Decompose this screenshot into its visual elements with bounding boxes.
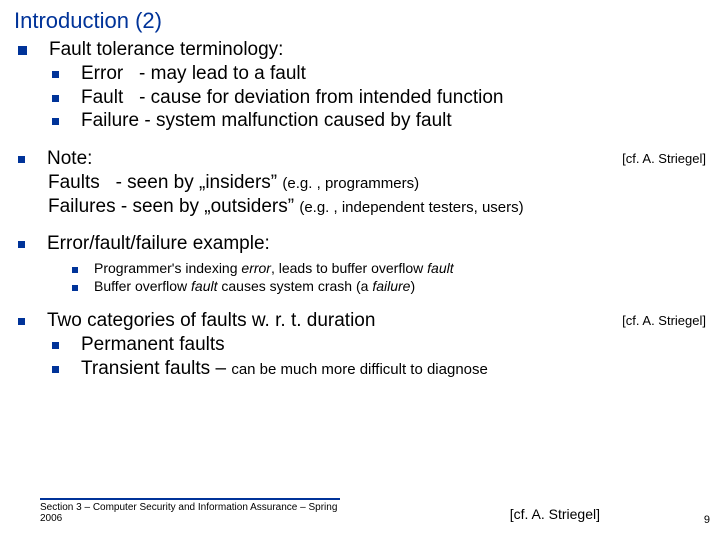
- text-part: (e.g. , programmers): [282, 175, 419, 192]
- bullet-1-sub-2: Fault - cause for deviation from intende…: [52, 86, 706, 110]
- bullet-text: Buffer overflow fault causes system cras…: [94, 278, 415, 296]
- bullet-3: Error/fault/failure example: Programmer'…: [14, 232, 706, 295]
- square-bullet-icon: [52, 95, 59, 102]
- text-part: Failures - seen by „outsiders”: [48, 196, 299, 217]
- text-part: , leads to buffer overflow: [271, 260, 427, 276]
- square-bullet-icon: [18, 46, 27, 55]
- bullet-3-sub-1: Programmer's indexing error, leads to bu…: [72, 260, 706, 278]
- bullet-text: Transient faults – can be much more diff…: [81, 357, 488, 381]
- bullet-text: Failures - seen by „outsiders” (e.g. , i…: [48, 195, 524, 219]
- bullet-3-sub-2: Buffer overflow fault causes system cras…: [72, 278, 706, 296]
- square-bullet-icon: [18, 241, 25, 248]
- bullet-1-sub-3: Failure - system malfunction caused by f…: [52, 109, 706, 133]
- square-bullet-icon: [52, 366, 59, 373]
- bullet-4-sub-1: Permanent faults: [52, 333, 706, 357]
- square-bullet-icon: [72, 267, 78, 273]
- text-part: can be much more difficult to diagnose: [231, 361, 488, 378]
- slide-title: Introduction (2): [14, 8, 706, 34]
- text-part: fault: [427, 260, 453, 276]
- page-number: 9: [704, 514, 710, 526]
- text-part: error: [241, 260, 271, 276]
- square-bullet-icon: [52, 71, 59, 78]
- bullet-text: Failure - system malfunction caused by f…: [81, 109, 452, 133]
- square-bullet-icon: [72, 285, 78, 291]
- text-part: fault: [191, 278, 217, 294]
- square-bullet-icon: [52, 342, 59, 349]
- footer-citation: [cf. A. Striegel]: [510, 506, 600, 522]
- bullet-text: Error - may lead to a fault: [81, 62, 306, 86]
- footer-section-label: Section 3 – Computer Security and Inform…: [40, 498, 340, 524]
- bullet-4-sub-2: Transient faults – can be much more diff…: [52, 357, 706, 381]
- text-part: ): [410, 278, 415, 294]
- square-bullet-icon: [18, 318, 25, 325]
- bullet-text: Programmer's indexing error, leads to bu…: [94, 260, 454, 278]
- text-part: Programmer's indexing: [94, 260, 241, 276]
- bullet-1: Fault tolerance terminology:: [18, 38, 706, 62]
- text-part: Transient faults –: [81, 358, 231, 379]
- bullet-1-text: Fault tolerance terminology:: [49, 38, 283, 62]
- bullet-4-text: Two categories of faults w. r. t. durati…: [47, 309, 375, 333]
- note-label: Note:: [47, 147, 92, 171]
- text-part: Faults - seen by „insiders”: [48, 172, 282, 193]
- bullet-4: Two categories of faults w. r. t. durati…: [14, 309, 706, 380]
- citation: [cf. A. Striegel]: [622, 313, 706, 329]
- square-bullet-icon: [52, 118, 59, 125]
- text-part: causes system crash (a: [217, 278, 372, 294]
- citation: [cf. A. Striegel]: [622, 151, 706, 167]
- bullet-3-text: Error/fault/failure example:: [47, 232, 270, 256]
- bullet-2: Note: [cf. A. Striegel] Faults - seen by…: [14, 147, 706, 218]
- bullet-text: Permanent faults: [81, 333, 225, 357]
- square-bullet-icon: [18, 156, 25, 163]
- text-part: Buffer overflow: [94, 278, 191, 294]
- text-part: (e.g. , independent testers, users): [299, 199, 523, 216]
- bullet-text: Faults - seen by „insiders” (e.g. , prog…: [48, 171, 419, 195]
- text-part: failure: [372, 278, 410, 294]
- bullet-text: Fault - cause for deviation from intende…: [81, 86, 503, 110]
- slide: Introduction (2) Fault tolerance termino…: [0, 0, 720, 540]
- bullet-1-sub-1: Error - may lead to a fault: [52, 62, 706, 86]
